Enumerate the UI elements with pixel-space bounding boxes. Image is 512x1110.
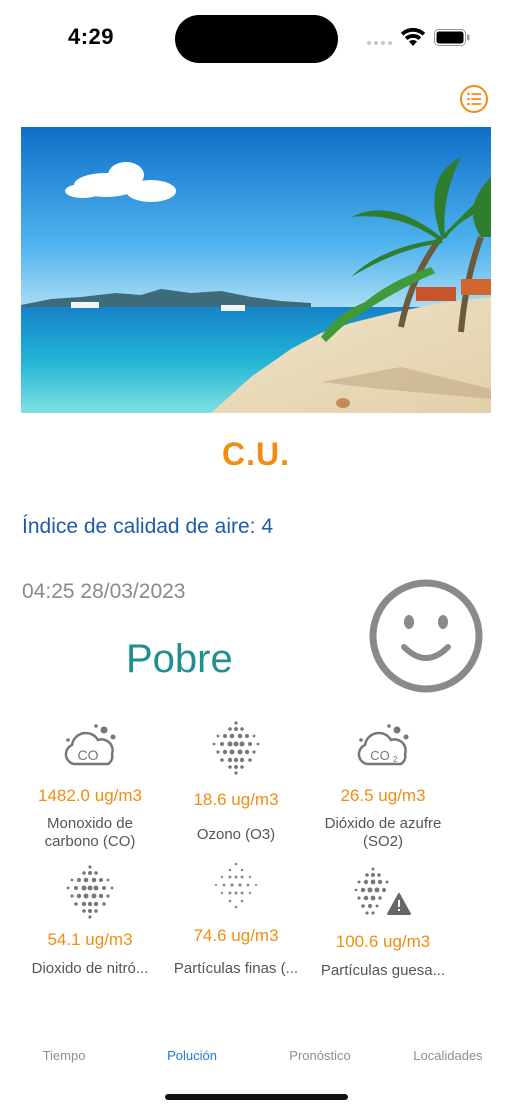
home-indicator[interactable] <box>165 1094 348 1100</box>
tab-pronostico[interactable]: Pronóstico <box>256 1048 384 1063</box>
pollutant-name: Dioxido de nitró... <box>31 960 149 977</box>
cloud-co-icon: CO <box>64 724 116 766</box>
pollutant-value: 26.5 ug/m3 <box>340 786 426 805</box>
pollutant-value: 18.6 ug/m3 <box>193 790 279 809</box>
svg-text:CO: CO <box>370 748 390 763</box>
air-quality-index-text: Índice de calidad de aire: 4 <box>22 515 274 538</box>
tab-tiempo[interactable]: Tiempo <box>0 1048 128 1063</box>
pollutant-value: 54.1 ug/m3 <box>47 930 133 949</box>
pollutant-name-line2: carbono (CO) <box>44 833 136 850</box>
dynamic-island <box>175 15 338 63</box>
pollutant-name-line2: (SO2) <box>362 833 403 850</box>
measurement-datetime: 04:25 28/03/2023 <box>22 580 186 603</box>
location-name: C.U. <box>222 436 290 472</box>
pollutant-name: Monoxido de <box>47 815 133 832</box>
pollutant-pm25: 74.6 ug/m3 Partículas finas (... <box>161 860 311 978</box>
pollutant-value: 1482.0 ug/m3 <box>38 786 142 805</box>
pollutant-pm10: 100.6 ug/m3 Partículas guesa... <box>308 866 458 980</box>
cellular-signal-icon <box>367 41 393 47</box>
pollutant-co: CO 1482.0 ug/m3 Monoxido de carbono (CO) <box>15 720 165 851</box>
status-time: 4:29 <box>68 24 115 49</box>
pollutant-name: Ozono (O3) <box>196 826 276 843</box>
pollutant-name: Partículas guesa... <box>320 962 446 979</box>
tab-bar: Tiempo Polución Pronóstico Localidades <box>0 1040 512 1070</box>
pollutant-no2: 54.1 ug/m3 Dioxido de nitró... <box>15 864 165 978</box>
list-menu-button[interactable] <box>459 84 489 114</box>
beach-hero-image <box>21 127 491 413</box>
pollutant-name: Dióxido de azufre <box>324 815 442 832</box>
particles-dots-icon <box>212 721 260 775</box>
fine-particles-icon <box>214 862 258 909</box>
pollutant-value: 100.6 ug/m3 <box>335 932 431 951</box>
pollutant-so2: CO 2 26.5 ug/m3 Dióxido de azufre (SO2) <box>308 720 458 851</box>
pollutant-o3: 18.6 ug/m3 Ozono (O3) <box>161 720 311 844</box>
particles-dots-icon <box>66 865 114 919</box>
battery-icon <box>434 29 470 46</box>
cloud-co2-icon: CO 2 <box>357 724 409 766</box>
particles-warning-icon <box>354 867 411 915</box>
pollutant-value: 74.6 ug/m3 <box>193 926 279 945</box>
wifi-icon <box>400 27 426 46</box>
svg-text:2: 2 <box>393 755 398 764</box>
tab-polucion[interactable]: Polución <box>128 1048 256 1063</box>
svg-text:CO: CO <box>78 747 99 763</box>
air-quality-level: Pobre <box>126 637 233 681</box>
tab-localidades[interactable]: Localidades <box>384 1048 512 1063</box>
pollutant-name: Partículas finas (... <box>173 960 299 977</box>
smiley-face-icon <box>369 579 483 693</box>
